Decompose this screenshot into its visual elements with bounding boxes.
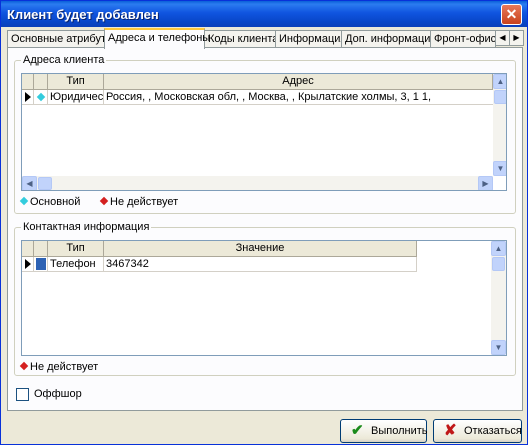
addresses-group: Адреса клиента Тип Адрес Юридический Рос… xyxy=(14,54,516,214)
contacts-column-value[interactable]: Значение xyxy=(104,241,417,257)
addresses-horizontal-scrollbar[interactable]: ◀ ▶ xyxy=(22,176,493,190)
offshore-checkbox[interactable] xyxy=(16,388,29,401)
address-type-cell[interactable]: Юридический xyxy=(48,90,104,105)
scroll-up-icon[interactable]: ▲ xyxy=(493,74,506,89)
legend-inactive: Не действует xyxy=(19,361,99,373)
address-value-cell[interactable]: Россия, , Московская обл, , Москва, , Кр… xyxy=(104,90,493,105)
contacts-vertical-scrollbar[interactable]: ▲ ▼ xyxy=(491,241,506,355)
scroll-left-icon[interactable]: ◀ xyxy=(22,176,37,190)
addresses-grid[interactable]: Тип Адрес Юридический Россия, , Московск… xyxy=(21,73,507,191)
addresses-group-title: Адреса клиента xyxy=(21,54,107,66)
phone-type-icon xyxy=(36,258,46,270)
inactive-diamond-icon xyxy=(19,361,29,371)
title-bar[interactable]: Клиент будет добавлен ✕ xyxy=(1,1,527,27)
primary-diamond-icon xyxy=(19,196,29,206)
scroll-up-icon[interactable]: ▲ xyxy=(491,241,506,256)
contacts-column-type[interactable]: Тип xyxy=(48,241,104,257)
row-pointer-icon xyxy=(25,259,31,269)
scroll-thumb[interactable] xyxy=(38,177,52,190)
execute-button-label: Выполнить xyxy=(371,425,428,437)
tab-scroll-right-icon[interactable]: ▶ xyxy=(509,30,524,46)
legend-primary-label: Основной xyxy=(30,196,81,208)
tab-addresses-phones[interactable]: Адреса и телефоны xyxy=(104,28,210,49)
contact-type-cell[interactable]: Телефон xyxy=(48,257,104,272)
row-marker xyxy=(34,90,48,105)
scroll-down-icon[interactable]: ▼ xyxy=(493,161,506,176)
inactive-diamond-icon xyxy=(99,196,109,206)
tab-panel-addresses-phones: Адреса клиента Тип Адрес Юридический Рос… xyxy=(7,47,523,411)
scroll-right-icon[interactable]: ▶ xyxy=(478,176,493,190)
tab-extra-information[interactable]: Доп. информация xyxy=(341,30,436,48)
table-row[interactable]: Юридический Россия, , Московская обл, , … xyxy=(22,90,493,105)
cancel-button-label: Отказаться xyxy=(464,425,522,437)
tab-client-codes[interactable]: Коды клиента xyxy=(204,30,278,48)
scroll-down-icon[interactable]: ▼ xyxy=(491,340,506,355)
addresses-marker-header xyxy=(34,74,48,90)
cancel-button[interactable]: ✘ Отказаться xyxy=(433,419,522,443)
table-row[interactable]: Телефон 3467342 xyxy=(22,257,417,272)
addresses-vertical-scrollbar[interactable]: ▲ ▼ xyxy=(493,74,506,176)
legend-primary: Основной xyxy=(19,196,81,208)
contact-value-cell[interactable]: 3467342 xyxy=(104,257,417,272)
execute-button[interactable]: ✔ Выполнить xyxy=(340,419,427,443)
dialog-window: Клиент будет добавлен ✕ Основные атрибут… xyxy=(0,0,528,445)
tab-information[interactable]: Информация xyxy=(275,30,346,48)
contacts-group-title: Контактная информация xyxy=(21,221,152,233)
scroll-thumb[interactable] xyxy=(494,90,506,104)
row-marker xyxy=(34,257,48,272)
legend-inactive-label: Не действует xyxy=(30,361,99,373)
primary-diamond-icon xyxy=(36,92,46,102)
tab-scroll-left-icon[interactable]: ◀ xyxy=(495,30,510,46)
window-title: Клиент будет добавлен xyxy=(7,7,159,22)
row-pointer-icon xyxy=(25,92,31,102)
check-icon: ✔ xyxy=(351,422,364,439)
contacts-group: Контактная информация Тип Значение Телеф… xyxy=(14,221,516,376)
contacts-marker-header xyxy=(34,241,48,257)
contacts-grid[interactable]: Тип Значение Телефон 3467342 ▲ ▼ xyxy=(21,240,507,356)
offshore-label[interactable]: Оффшор xyxy=(34,388,82,400)
addresses-indicator-header xyxy=(22,74,34,90)
addresses-column-address[interactable]: Адрес xyxy=(104,74,493,90)
row-indicator xyxy=(22,90,34,105)
contacts-indicator-header xyxy=(22,241,34,257)
legend-inactive-label: Не действует xyxy=(110,196,179,208)
addresses-column-type[interactable]: Тип xyxy=(48,74,104,90)
scroll-thumb[interactable] xyxy=(492,257,505,271)
close-button[interactable]: ✕ xyxy=(501,4,522,25)
row-indicator xyxy=(22,257,34,272)
tab-main-attributes[interactable]: Основные атрибуты xyxy=(7,30,114,48)
cross-icon: ✘ xyxy=(444,422,457,439)
legend-inactive: Не действует xyxy=(99,196,179,208)
tab-strip: Основные атрибуты Адреса и телефоны Коды… xyxy=(7,28,524,49)
tab-front-office[interactable]: Фронт-офис xyxy=(430,30,496,48)
